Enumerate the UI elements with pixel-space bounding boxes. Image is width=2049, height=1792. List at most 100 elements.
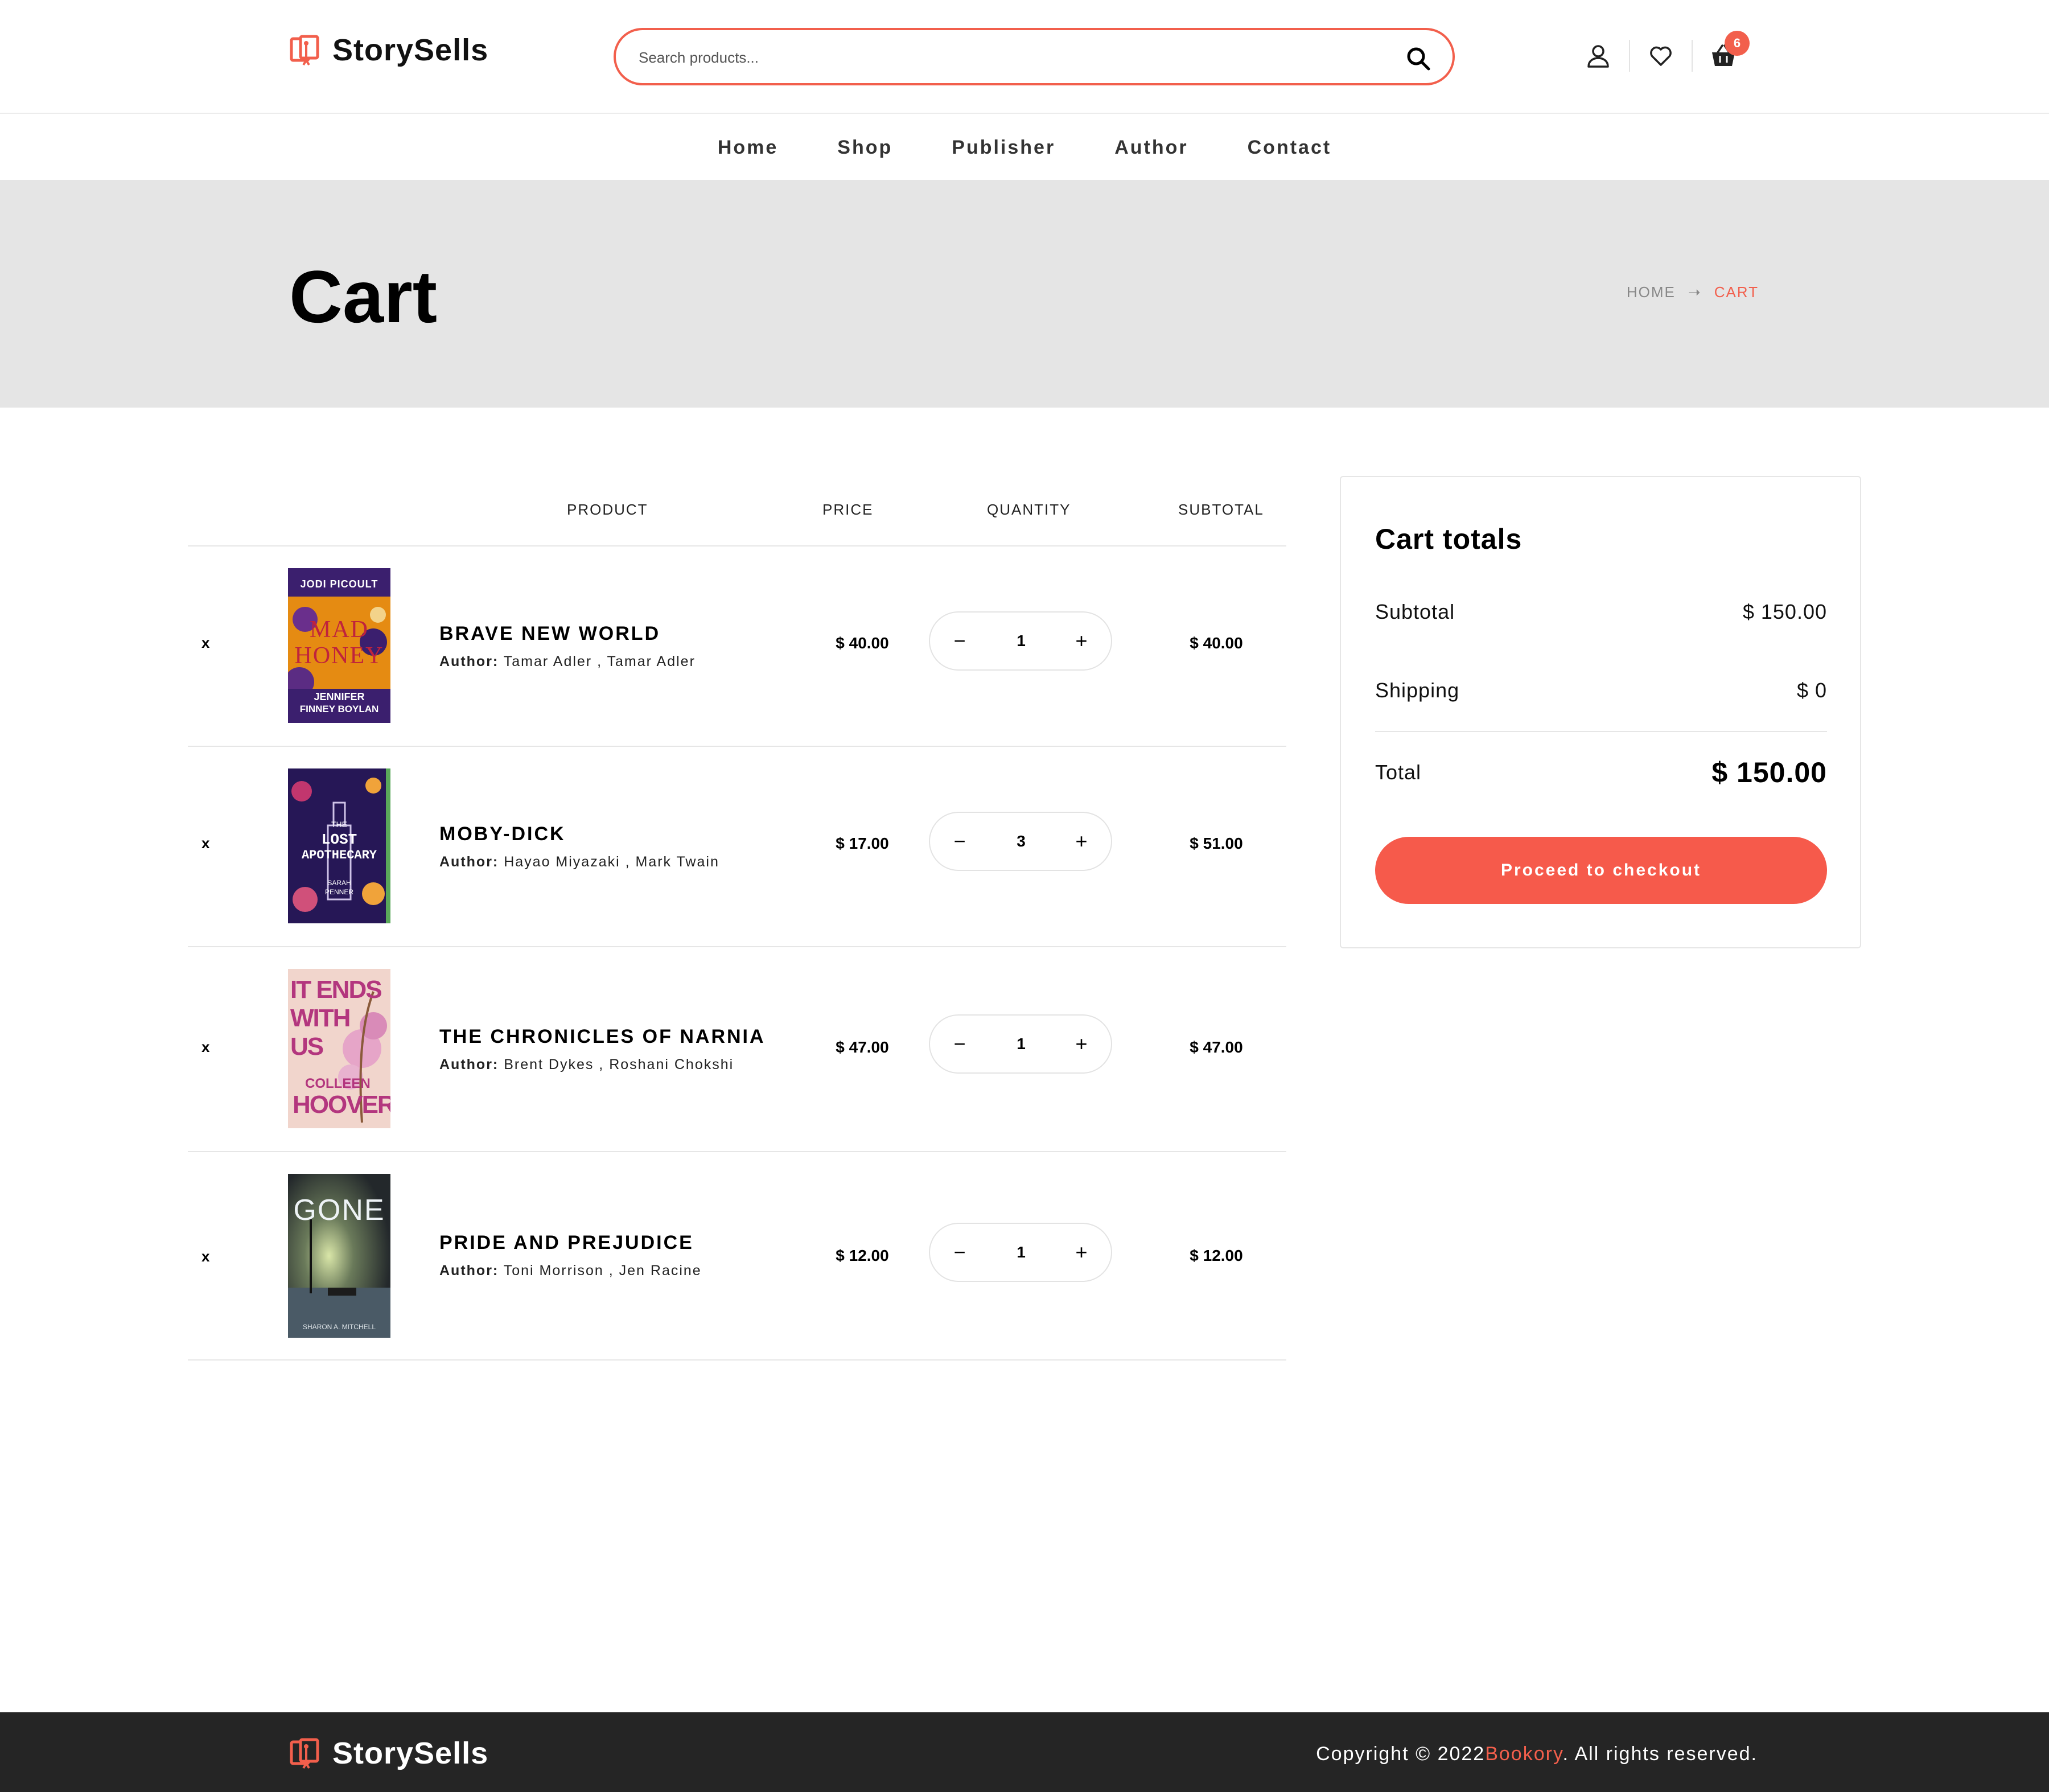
site-logo[interactable]: StorySells	[289, 32, 488, 68]
breadcrumb: HOME ➝ CART	[1627, 283, 1759, 301]
cover-text: JODI PICOULT	[300, 578, 378, 590]
nav-item-author[interactable]: Author	[1114, 137, 1188, 159]
book-cover-image[interactable]: THE LOST APOTHECARY SARAH PENNER	[288, 768, 390, 923]
decrease-quantity-button[interactable]: −	[932, 813, 987, 870]
search-bar	[614, 28, 1455, 85]
column-header-quantity: QUANTITY	[987, 501, 1071, 518]
cart-count-badge: 6	[1725, 31, 1750, 56]
quantity-stepper: − +	[929, 1223, 1112, 1282]
quantity-stepper: − +	[929, 1014, 1112, 1074]
shipping-label: Shipping	[1375, 679, 1460, 702]
product-name-link[interactable]: PRIDE AND PREJUDICE	[439, 1232, 694, 1254]
page-banner: Cart HOME ➝ CART	[0, 180, 2049, 408]
proceed-to-checkout-button[interactable]: Proceed to checkout	[1375, 837, 1827, 904]
product-author: Author: Hayao Miyazaki , Mark Twain	[439, 854, 719, 870]
quantity-input[interactable]	[987, 813, 1055, 870]
product-name-link[interactable]: BRAVE NEW WORLD	[439, 623, 660, 645]
decrease-quantity-button[interactable]: −	[932, 1224, 987, 1281]
cover-text: JENNIFER	[314, 691, 365, 702]
wishlist-button[interactable]	[1645, 40, 1677, 72]
column-header-subtotal: SUBTOTAL	[1178, 501, 1264, 518]
header-divider	[1629, 40, 1630, 72]
search-icon	[1407, 47, 1430, 71]
cover-text: GONE	[293, 1194, 385, 1227]
author-label: Author:	[439, 1057, 499, 1072]
cover-text: WITH	[290, 1004, 351, 1032]
product-price: $ 47.00	[836, 1038, 889, 1056]
quantity-stepper: − +	[929, 611, 1112, 671]
totals-divider	[1375, 731, 1827, 732]
increase-quantity-button[interactable]: +	[1054, 1016, 1109, 1072]
subtotal-value: $ 150.00	[1742, 600, 1827, 623]
product-name-link[interactable]: THE CHRONICLES OF NARNIA	[439, 1026, 766, 1048]
book-cover-image[interactable]: GONE SHARON A. MITCHELL	[288, 1174, 390, 1338]
heart-icon	[1650, 46, 1672, 66]
author-label: Author:	[439, 854, 499, 870]
remove-item-button[interactable]: x	[201, 1248, 209, 1265]
subtotal-label: Subtotal	[1375, 600, 1455, 623]
copyright-text: Copyright © 2022Bookory. All rights rese…	[1316, 1743, 1758, 1765]
column-header-product: PRODUCT	[567, 501, 648, 518]
cart-totals-title: Cart totals	[1375, 523, 1523, 555]
product-subtotal: $ 51.00	[1190, 835, 1243, 852]
product-author: Author: Tamar Adler , Tamar Adler	[439, 653, 696, 670]
remove-item-button[interactable]: x	[201, 1038, 209, 1056]
cover-text: MAD	[309, 616, 369, 643]
arrow-right-icon: ➝	[1688, 283, 1702, 301]
copyright-brand-link[interactable]: Bookory	[1485, 1743, 1562, 1765]
remove-item-button[interactable]: x	[201, 634, 209, 652]
product-price: $ 40.00	[836, 634, 889, 652]
user-icon	[1587, 45, 1609, 68]
product-subtotal: $ 40.00	[1190, 634, 1243, 652]
account-button[interactable]	[1582, 40, 1614, 72]
header-divider	[1692, 40, 1693, 72]
cover-text: LOST	[321, 831, 357, 848]
cart-row: x THE LOST APOTHECARY SARAH PENNER MOBY-…	[188, 747, 1286, 947]
cart-row: x JODI PICOULT MAD HONEY JENNIFER FINNEY…	[188, 546, 1286, 747]
cover-text: THE	[331, 820, 347, 829]
decrease-quantity-button[interactable]: −	[932, 1016, 987, 1072]
product-price: $ 17.00	[836, 835, 889, 852]
total-row: Total $ 150.00	[1375, 756, 1827, 789]
book-cover-image[interactable]: IT ENDS WITH US COLLEEN HOOVER	[288, 969, 390, 1128]
footer-logo[interactable]: StorySells	[289, 1735, 488, 1772]
page-title: Cart	[289, 255, 438, 338]
subtotal-row: Subtotal $ 150.00	[1375, 600, 1827, 624]
author-names: Toni Morrison , Jen Racine	[503, 1263, 702, 1279]
book-cover-image[interactable]: JODI PICOULT MAD HONEY JENNIFER FINNEY B…	[288, 568, 390, 723]
remove-item-button[interactable]: x	[201, 835, 209, 852]
product-subtotal: $ 47.00	[1190, 1038, 1243, 1056]
search-button[interactable]	[1404, 44, 1433, 73]
nav-item-contact[interactable]: Contact	[1248, 137, 1332, 159]
cart-totals-panel: Cart totals Subtotal $ 150.00 Shipping $…	[1340, 476, 1861, 948]
column-header-price: PRICE	[822, 501, 874, 518]
cover-text: HONEY	[294, 643, 384, 669]
cover-text: COLLEEN	[305, 1076, 371, 1091]
search-input[interactable]	[639, 42, 1379, 73]
quantity-stepper: − +	[929, 812, 1112, 871]
shipping-row: Shipping $ 0	[1375, 679, 1827, 702]
decrease-quantity-button[interactable]: −	[932, 613, 987, 669]
cover-text: SARAH	[327, 879, 351, 887]
quantity-input[interactable]	[987, 1016, 1055, 1072]
cart-row: x GONE SHARON A. MITCHELL PRIDE AND PREJ…	[188, 1152, 1286, 1361]
nav-item-home[interactable]: Home	[718, 137, 778, 159]
increase-quantity-button[interactable]: +	[1054, 613, 1109, 669]
cover-text: APOTHECARY	[301, 848, 377, 862]
breadcrumb-home-link[interactable]: HOME	[1627, 283, 1676, 301]
nav-item-shop[interactable]: Shop	[837, 137, 892, 159]
copyright-suffix: . All rights reserved.	[1562, 1743, 1758, 1765]
logo-text: StorySells	[332, 1736, 489, 1770]
author-label: Author:	[439, 1263, 499, 1279]
cart-table: PRODUCT PRICE QUANTITY SUBTOTAL x JODI P…	[188, 476, 1286, 1361]
cover-text: IT ENDS	[290, 976, 382, 1004]
quantity-input[interactable]	[987, 1224, 1055, 1281]
product-name-link[interactable]: MOBY-DICK	[439, 823, 566, 845]
cart-button[interactable]: 6	[1708, 31, 1750, 72]
cover-text: HOOVER	[293, 1091, 390, 1119]
quantity-input[interactable]	[987, 613, 1055, 669]
cart-row: x IT ENDS WITH US COLLEEN HOOVER THE CHR…	[188, 947, 1286, 1152]
increase-quantity-button[interactable]: +	[1054, 1224, 1109, 1281]
nav-item-publisher[interactable]: Publisher	[952, 137, 1055, 159]
increase-quantity-button[interactable]: +	[1054, 813, 1109, 870]
